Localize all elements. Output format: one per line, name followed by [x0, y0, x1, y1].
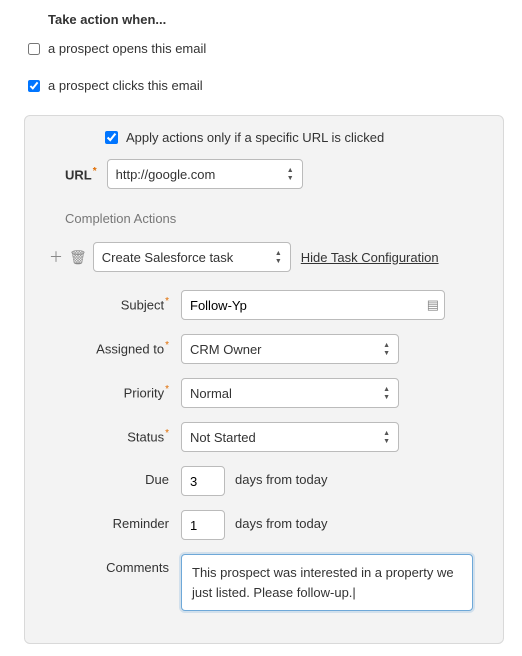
required-asterisk: * [165, 296, 169, 307]
priority-value: Normal [190, 386, 232, 401]
trigger-opens-label: a prospect opens this email [48, 41, 206, 56]
status-label: Status* [73, 422, 181, 444]
trigger-clicks-label: a prospect clicks this email [48, 78, 203, 93]
reminder-row: Reminder days from today [73, 510, 485, 540]
comments-row: Comments This prospect was interested in… [73, 554, 485, 611]
url-label: URL* [65, 166, 97, 182]
priority-select[interactable]: Normal [181, 378, 399, 408]
apply-url-label: Apply actions only if a specific URL is … [126, 130, 384, 145]
required-asterisk: * [165, 428, 169, 439]
chevrons-icon [275, 250, 282, 265]
task-config-form: Subject* ▤ Assigned to* CRM Owner Priori… [73, 290, 485, 611]
url-select-value: http://google.com [116, 167, 216, 182]
url-select[interactable]: http://google.com [107, 159, 303, 189]
status-select[interactable]: Not Started [181, 422, 399, 452]
due-label: Due [73, 466, 181, 487]
add-action-icon[interactable]: ＋ [49, 247, 63, 267]
reminder-label: Reminder [73, 510, 181, 531]
trigger-clicks-row: a prospect clicks this email [28, 78, 504, 93]
chevrons-icon [383, 386, 390, 401]
required-asterisk: * [93, 166, 97, 177]
reminder-suffix: days from today [235, 510, 328, 531]
reminder-input[interactable] [181, 510, 225, 540]
trigger-opens-checkbox[interactable] [28, 43, 40, 55]
status-value: Not Started [190, 430, 256, 445]
completion-action-select[interactable]: Create Salesforce task [93, 242, 291, 272]
completion-actions-title: Completion Actions [65, 211, 485, 226]
subject-row: Subject* ▤ [73, 290, 485, 320]
subject-input[interactable] [181, 290, 445, 320]
assigned-to-select[interactable]: CRM Owner [181, 334, 399, 364]
required-asterisk: * [165, 340, 169, 351]
chevrons-icon [287, 167, 294, 182]
comments-textarea[interactable]: This prospect was interested in a proper… [181, 554, 473, 611]
assigned-to-value: CRM Owner [190, 342, 262, 357]
section-heading: Take action when... [48, 12, 504, 27]
due-row: Due days from today [73, 466, 485, 496]
comments-label: Comments [73, 554, 181, 575]
assigned-to-label: Assigned to* [73, 334, 181, 356]
priority-label: Priority* [73, 378, 181, 400]
trigger-clicks-checkbox[interactable] [28, 80, 40, 92]
url-row: URL* http://google.com [65, 159, 485, 189]
completion-action-value: Create Salesforce task [102, 250, 234, 265]
action-row: ＋ 🗑 Create Salesforce task Hide Task Con… [49, 242, 485, 272]
hide-task-config-link[interactable]: Hide Task Configuration [301, 250, 439, 265]
status-row: Status* Not Started [73, 422, 485, 452]
due-suffix: days from today [235, 466, 328, 487]
apply-url-checkbox[interactable] [105, 131, 118, 144]
chevrons-icon [383, 342, 390, 357]
subject-label: Subject* [73, 290, 181, 312]
apply-url-row: Apply actions only if a specific URL is … [105, 130, 485, 145]
due-input[interactable] [181, 466, 225, 496]
assigned-to-row: Assigned to* CRM Owner [73, 334, 485, 364]
config-panel: Apply actions only if a specific URL is … [24, 115, 504, 644]
delete-action-icon[interactable]: 🗑 [69, 249, 87, 266]
chevrons-icon [383, 430, 390, 445]
required-asterisk: * [165, 384, 169, 395]
priority-row: Priority* Normal [73, 378, 485, 408]
trigger-opens-row: a prospect opens this email [28, 41, 504, 56]
